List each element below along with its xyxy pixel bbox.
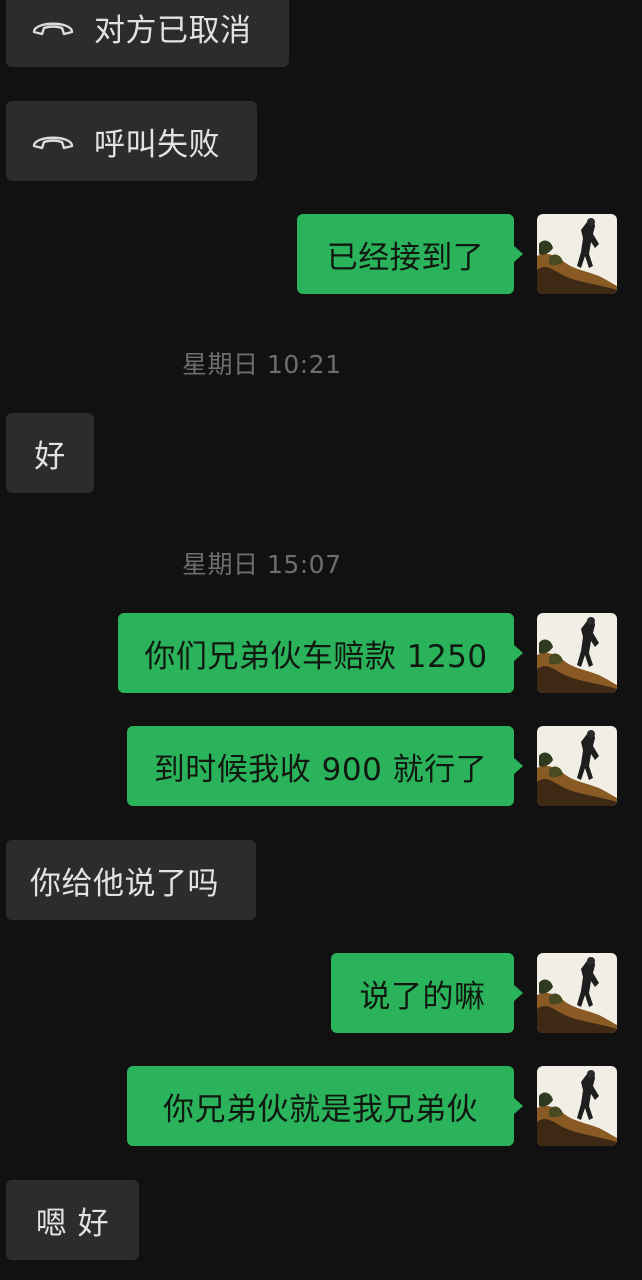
- timestamp: 星期日 10:21: [182, 350, 342, 379]
- call-status-bubble[interactable]: 对方已取消: [6, 0, 289, 67]
- hangup-phone-icon: [32, 136, 74, 150]
- outgoing-message-bubble[interactable]: 你们兄弟伙车赔款 1250: [118, 613, 523, 693]
- avatar[interactable]: [537, 1066, 617, 1146]
- user-avatar-photo: [537, 214, 617, 294]
- outgoing-message-bubble[interactable]: 已经接到了: [297, 214, 523, 294]
- outgoing-message-bubble[interactable]: 到时候我收 900 就行了: [127, 726, 523, 806]
- user-avatar-photo: [537, 953, 617, 1033]
- message-text: 到时候我收 900 就行了: [153, 751, 488, 788]
- message-text: 好: [34, 438, 66, 475]
- user-avatar-photo: [537, 1066, 617, 1146]
- outgoing-message-bubble[interactable]: 说了的嘛: [331, 953, 523, 1033]
- message-text: 已经接到了: [326, 239, 485, 276]
- incoming-message-bubble[interactable]: 你给他说了吗: [6, 840, 256, 920]
- message-text: 你给他说了吗: [30, 865, 219, 902]
- avatar[interactable]: [537, 953, 617, 1033]
- avatar[interactable]: [537, 726, 617, 806]
- message-text: 你兄弟伙就是我兄弟伙: [163, 1091, 478, 1128]
- user-avatar-photo: [537, 613, 617, 693]
- user-avatar-photo: [537, 726, 617, 806]
- outgoing-message-bubble[interactable]: 你兄弟伙就是我兄弟伙: [127, 1066, 523, 1146]
- avatar[interactable]: [537, 214, 617, 294]
- hangup-phone-icon: [32, 22, 74, 36]
- message-text: 你们兄弟伙车赔款 1250: [144, 638, 488, 675]
- message-text: 嗯 好: [35, 1205, 110, 1242]
- avatar[interactable]: [537, 613, 617, 693]
- message-text: 说了的嘛: [359, 978, 486, 1015]
- message-text: 对方已取消: [94, 12, 252, 49]
- incoming-message-bubble[interactable]: 嗯 好: [6, 1180, 139, 1260]
- timestamp: 星期日 15:07: [182, 550, 342, 579]
- call-status-bubble[interactable]: 呼叫失败: [6, 101, 257, 181]
- incoming-message-bubble[interactable]: 好: [6, 413, 94, 493]
- message-text: 呼叫失败: [94, 126, 220, 163]
